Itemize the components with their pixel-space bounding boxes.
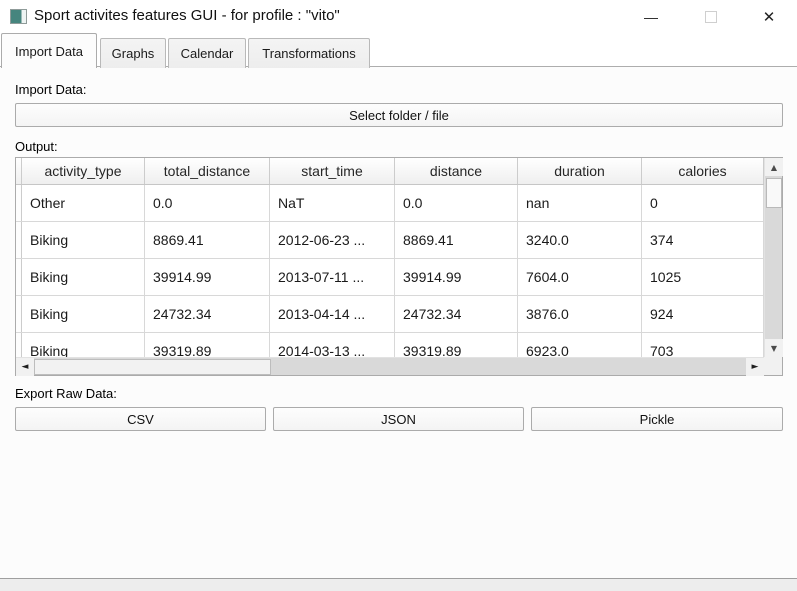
- cell[interactable]: 374: [642, 222, 764, 258]
- cell[interactable]: 924: [642, 296, 764, 332]
- cell[interactable]: NaT: [270, 185, 395, 221]
- vertical-scrollbar[interactable]: ▲ ▼: [764, 158, 783, 357]
- scroll-up-button[interactable]: ▲: [765, 158, 783, 176]
- scroll-left-icon: ◄: [21, 362, 29, 372]
- scrollbar-corner: [764, 357, 782, 375]
- cell[interactable]: 0: [642, 185, 764, 221]
- app-window-icon: [10, 9, 27, 24]
- cell[interactable]: 2013-07-11 ...: [270, 259, 395, 295]
- cell[interactable]: 39319.89: [395, 333, 518, 357]
- cell[interactable]: 2014-03-13 ...: [270, 333, 395, 357]
- export-raw-data-label: Export Raw Data:: [15, 386, 117, 401]
- export-json-button[interactable]: JSON: [273, 407, 524, 431]
- cell[interactable]: Biking: [22, 296, 145, 332]
- scroll-right-icon: ►: [751, 362, 759, 372]
- horizontal-scrollbar-thumb[interactable]: [34, 359, 271, 375]
- cell[interactable]: 24732.34: [395, 296, 518, 332]
- scroll-right-button[interactable]: ►: [746, 358, 764, 376]
- minimize-button[interactable]: —: [634, 0, 668, 33]
- tab-graphs[interactable]: Graphs: [100, 38, 166, 68]
- cell[interactable]: Other: [22, 185, 145, 221]
- scroll-down-icon: ▼: [770, 343, 778, 353]
- cell[interactable]: 3240.0: [518, 222, 642, 258]
- column-header-distance[interactable]: distance: [395, 158, 518, 184]
- cell[interactable]: 39319.89: [145, 333, 270, 357]
- tab-import-data[interactable]: Import Data: [1, 33, 97, 68]
- select-folder-file-button[interactable]: Select folder / file: [15, 103, 783, 127]
- minimize-icon: —: [644, 8, 658, 25]
- cell[interactable]: 7604.0: [518, 259, 642, 295]
- window-bottom-frame: [0, 579, 797, 591]
- cell[interactable]: 0.0: [395, 185, 518, 221]
- cell[interactable]: 8869.41: [395, 222, 518, 258]
- tab-bar: Import Data Graphs Calendar Transformati…: [0, 33, 797, 68]
- tab-calendar[interactable]: Calendar: [168, 38, 246, 68]
- cell[interactable]: Biking: [22, 333, 145, 357]
- cell[interactable]: 2012-06-23 ...: [270, 222, 395, 258]
- app-window: Sport activites features GUI - for profi…: [0, 0, 797, 591]
- cell[interactable]: 39914.99: [145, 259, 270, 295]
- table-row[interactable]: Biking 8869.41 2012-06-23 ... 8869.41 32…: [16, 222, 764, 259]
- column-header-total-distance[interactable]: total_distance: [145, 158, 270, 184]
- scroll-down-button[interactable]: ▼: [765, 339, 783, 357]
- cell[interactable]: 6923.0: [518, 333, 642, 357]
- cell[interactable]: 703: [642, 333, 764, 357]
- cell[interactable]: 2013-04-14 ...: [270, 296, 395, 332]
- table-row[interactable]: Biking 39319.89 2014-03-13 ... 39319.89 …: [16, 333, 764, 357]
- cell[interactable]: 39914.99: [395, 259, 518, 295]
- cell[interactable]: 1025: [642, 259, 764, 295]
- close-icon: ✕: [762, 8, 776, 26]
- close-button[interactable]: ✕: [752, 0, 786, 33]
- window-title: Sport activites features GUI - for profi…: [34, 7, 340, 24]
- column-header-activity-type[interactable]: activity_type: [22, 158, 145, 184]
- horizontal-scrollbar[interactable]: ◄ ►: [16, 357, 764, 376]
- cell[interactable]: Biking: [22, 222, 145, 258]
- column-header-duration[interactable]: duration: [518, 158, 642, 184]
- scroll-left-button[interactable]: ◄: [16, 358, 34, 376]
- import-data-label: Import Data:: [15, 82, 87, 97]
- cell[interactable]: 3876.0: [518, 296, 642, 332]
- output-label: Output:: [15, 139, 58, 154]
- output-table: activity_type total_distance start_time …: [15, 157, 783, 376]
- column-header-start-time[interactable]: start_time: [270, 158, 395, 184]
- cell[interactable]: 8869.41: [145, 222, 270, 258]
- export-pickle-button[interactable]: Pickle: [531, 407, 783, 431]
- table-row[interactable]: Other 0.0 NaT 0.0 nan 0: [16, 185, 764, 222]
- table-header-row: activity_type total_distance start_time …: [16, 158, 764, 185]
- column-header-calories[interactable]: calories: [642, 158, 764, 184]
- table-row[interactable]: Biking 24732.34 2013-04-14 ... 24732.34 …: [16, 296, 764, 333]
- table-row[interactable]: Biking 39914.99 2013-07-11 ... 39914.99 …: [16, 259, 764, 296]
- tab-transformations[interactable]: Transformations: [248, 38, 370, 68]
- export-csv-button[interactable]: CSV: [15, 407, 266, 431]
- table-body: Other 0.0 NaT 0.0 nan 0 Biking 8869.41 2…: [16, 185, 764, 357]
- vertical-scrollbar-thumb[interactable]: [766, 178, 782, 208]
- maximize-icon: [705, 10, 717, 23]
- title-bar: Sport activites features GUI - for profi…: [0, 0, 797, 33]
- scroll-up-icon: ▲: [770, 162, 778, 172]
- cell[interactable]: 0.0: [145, 185, 270, 221]
- cell[interactable]: Biking: [22, 259, 145, 295]
- cell[interactable]: 24732.34: [145, 296, 270, 332]
- maximize-button: [694, 0, 728, 33]
- cell[interactable]: nan: [518, 185, 642, 221]
